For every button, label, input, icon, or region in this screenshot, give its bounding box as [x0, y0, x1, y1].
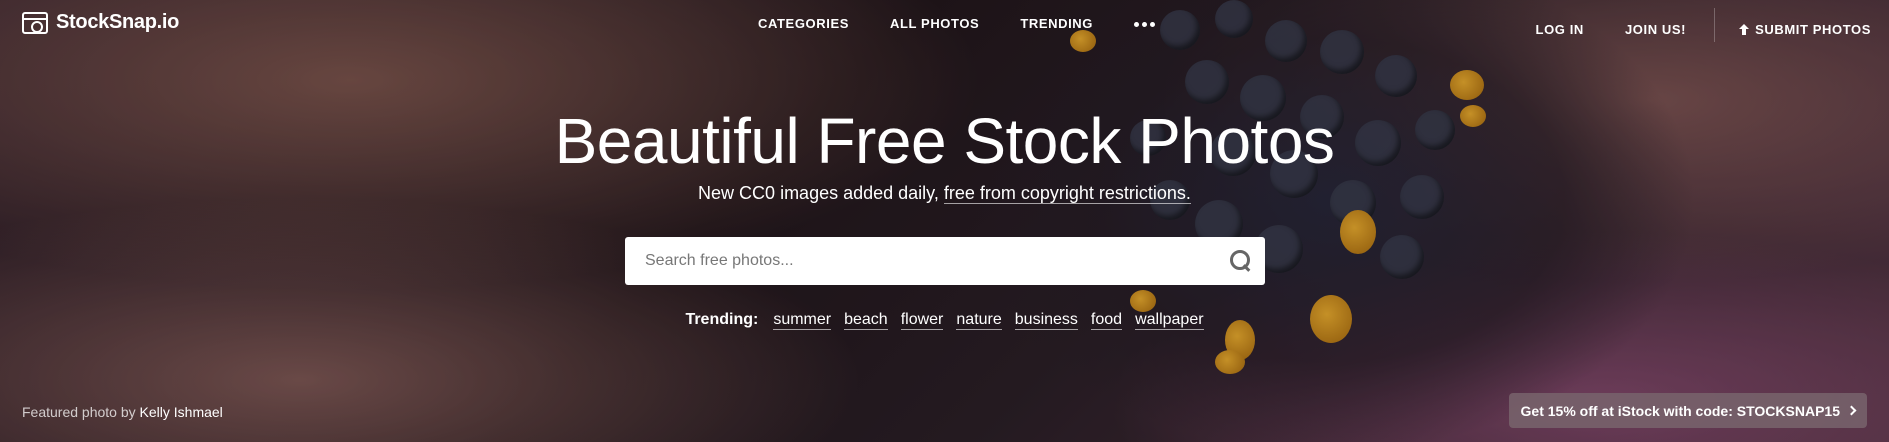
upload-icon [1739, 23, 1750, 35]
login-link[interactable]: LOG IN [1536, 22, 1584, 37]
credit-author-link[interactable]: Kelly Ishmael [140, 404, 223, 420]
top-navigation: StockSnap.io CATEGORIES ALL PHOTOS TREND… [0, 0, 1889, 46]
hero-subtitle: New CC0 images added daily, free from co… [0, 183, 1889, 204]
more-dots-icon[interactable] [1134, 16, 1156, 31]
tag-wallpaper[interactable]: wallpaper [1135, 311, 1204, 330]
nav-divider [1714, 8, 1716, 42]
search-bar [625, 237, 1265, 285]
credit-prefix: Featured photo by [22, 404, 136, 420]
logo-text: StockSnap.io [56, 11, 180, 33]
account-nav: LOG IN JOIN US! SUBMIT PHOTOS [1495, 8, 1871, 42]
copyright-link[interactable]: free from copyright restrictions. [943, 183, 1191, 204]
chevron-right-icon [1846, 405, 1857, 416]
photo-credit: Featured photo by Kelly Ishmael [22, 404, 223, 420]
search-icon[interactable] [1217, 237, 1265, 285]
tag-flower[interactable]: flower [900, 311, 944, 330]
nav-categories[interactable]: CATEGORIES [758, 16, 849, 31]
promo-text: Get 15% off at iStock with code: STOCKSN… [1520, 402, 1840, 419]
tag-summer[interactable]: summer [773, 311, 832, 330]
dark-overlay [0, 0, 1889, 442]
istock-promo-button[interactable]: Get 15% off at iStock with code: STOCKSN… [1508, 393, 1867, 428]
camera-icon [22, 11, 48, 34]
nav-all-photos[interactable]: ALL PHOTOS [890, 16, 979, 31]
tag-food[interactable]: food [1090, 311, 1123, 330]
subtitle-text: New CC0 images added daily, [698, 183, 939, 203]
submit-photos-button[interactable]: SUBMIT PHOTOS [1739, 22, 1871, 37]
main-nav: CATEGORIES ALL PHOTOS TRENDING [758, 16, 1156, 31]
tag-business[interactable]: business [1014, 311, 1078, 330]
trending-label: Trending: [685, 311, 759, 328]
site-logo[interactable]: StockSnap.io [22, 11, 179, 34]
trending-tags: Trending: summer beach flower nature bus… [0, 311, 1889, 330]
nav-trending[interactable]: TRENDING [1020, 16, 1093, 31]
tag-beach[interactable]: beach [844, 311, 888, 330]
submit-photos-label: SUBMIT PHOTOS [1755, 21, 1871, 37]
join-link[interactable]: JOIN US! [1625, 22, 1686, 37]
search-input[interactable] [625, 237, 1217, 285]
hero-banner: StockSnap.io CATEGORIES ALL PHOTOS TREND… [0, 0, 1889, 442]
tag-nature[interactable]: nature [956, 311, 1002, 330]
page-title: Beautiful Free Stock Photos [554, 105, 1335, 177]
